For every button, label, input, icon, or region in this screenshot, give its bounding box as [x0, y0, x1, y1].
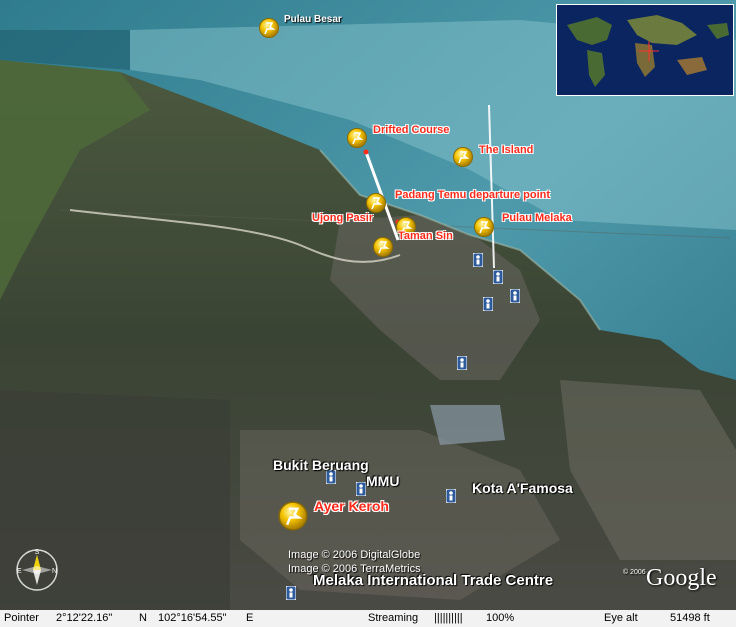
person-icon[interactable] — [457, 356, 467, 370]
person-icon[interactable] — [510, 289, 520, 303]
eye-alt-label: Eye alt — [604, 612, 638, 624]
compass-w: N — [52, 568, 57, 575]
pushpin-icon — [453, 147, 473, 167]
placemark-pin-drifted-course[interactable] — [346, 127, 368, 149]
place-label-bukit-beruang[interactable]: Bukit Beruang — [273, 457, 369, 473]
placemark-pin-padang-temu[interactable] — [365, 192, 387, 214]
eye-alt-value: 51498 ft — [670, 612, 710, 624]
placemark-label-ujong-pasir[interactable]: Ujong Pasir — [312, 212, 373, 224]
placemark-label-taman-sin[interactable]: Taman Sin — [398, 230, 453, 242]
placemark-label-the-island[interactable]: The Island — [479, 144, 533, 156]
compass-e: E — [17, 568, 22, 575]
pushpin-icon — [347, 128, 367, 148]
pointer-latitude: 2°12'22.16" — [56, 612, 113, 624]
pushpin-icon — [259, 18, 279, 38]
placemark-pin-pulau-melaka[interactable] — [473, 216, 495, 238]
placemark-label-padang-temu[interactable]: Padang Temu departure point — [395, 189, 550, 201]
person-icon[interactable] — [356, 482, 366, 496]
placemark-pin-taman-sin[interactable] — [372, 236, 394, 258]
person-icon[interactable] — [483, 297, 493, 311]
place-label-kota-afamosa[interactable]: Kota A'Famosa — [472, 480, 573, 496]
placemark-label-drifted-course[interactable]: Drifted Course — [373, 124, 449, 136]
pointer-longitude: 102°16'54.55" — [158, 612, 227, 624]
person-icon[interactable] — [286, 586, 296, 600]
pushpin-icon — [373, 237, 393, 257]
status-bar: Pointer 2°12'22.16" N 102°16'54.55" E St… — [0, 610, 736, 627]
copyright-digitalglobe: Image © 2006 DigitalGlobe — [288, 549, 421, 561]
pushpin-icon — [278, 501, 308, 531]
pointer-label: Pointer — [4, 612, 39, 624]
copyright-terrametrics: Image © 2006 TerraMetrics — [288, 563, 421, 575]
placemark-label-ayer-keroh[interactable]: Ayer Keroh — [314, 498, 389, 514]
person-icon[interactable] — [473, 253, 483, 267]
pointer-lon-hemisphere: E — [246, 612, 254, 624]
person-icon[interactable] — [493, 270, 503, 284]
compass-n: S — [35, 549, 40, 556]
pushpin-icon — [474, 217, 494, 237]
placemark-pin-pulau-besar[interactable] — [258, 17, 280, 39]
overview-map[interactable] — [556, 4, 734, 96]
pointer-lat-hemisphere: N — [139, 612, 147, 624]
placemark-pin-the-island[interactable] — [452, 146, 474, 168]
google-logo: Google — [646, 565, 717, 591]
map-view[interactable]: Pulau Besar Drifted Course The Island Pa… — [0, 0, 736, 627]
placemark-label-pulau-melaka[interactable]: Pulau Melaka — [502, 212, 572, 224]
person-icon[interactable] — [446, 489, 456, 503]
pushpin-icon — [366, 193, 386, 213]
streaming-percent: 100% — [486, 612, 515, 624]
placemark-label-pulau-besar[interactable]: Pulau Besar — [284, 14, 342, 25]
world-map-icon — [557, 5, 733, 95]
place-label-mmu[interactable]: MMU — [366, 473, 399, 489]
streaming-label: Streaming — [368, 612, 419, 624]
streaming-bars: |||||||||| — [434, 612, 463, 624]
compass-icon[interactable]: S E N — [14, 547, 60, 593]
copyright-small: © 2006 — [623, 569, 646, 576]
placemark-pin-ayer-keroh[interactable] — [277, 500, 309, 532]
